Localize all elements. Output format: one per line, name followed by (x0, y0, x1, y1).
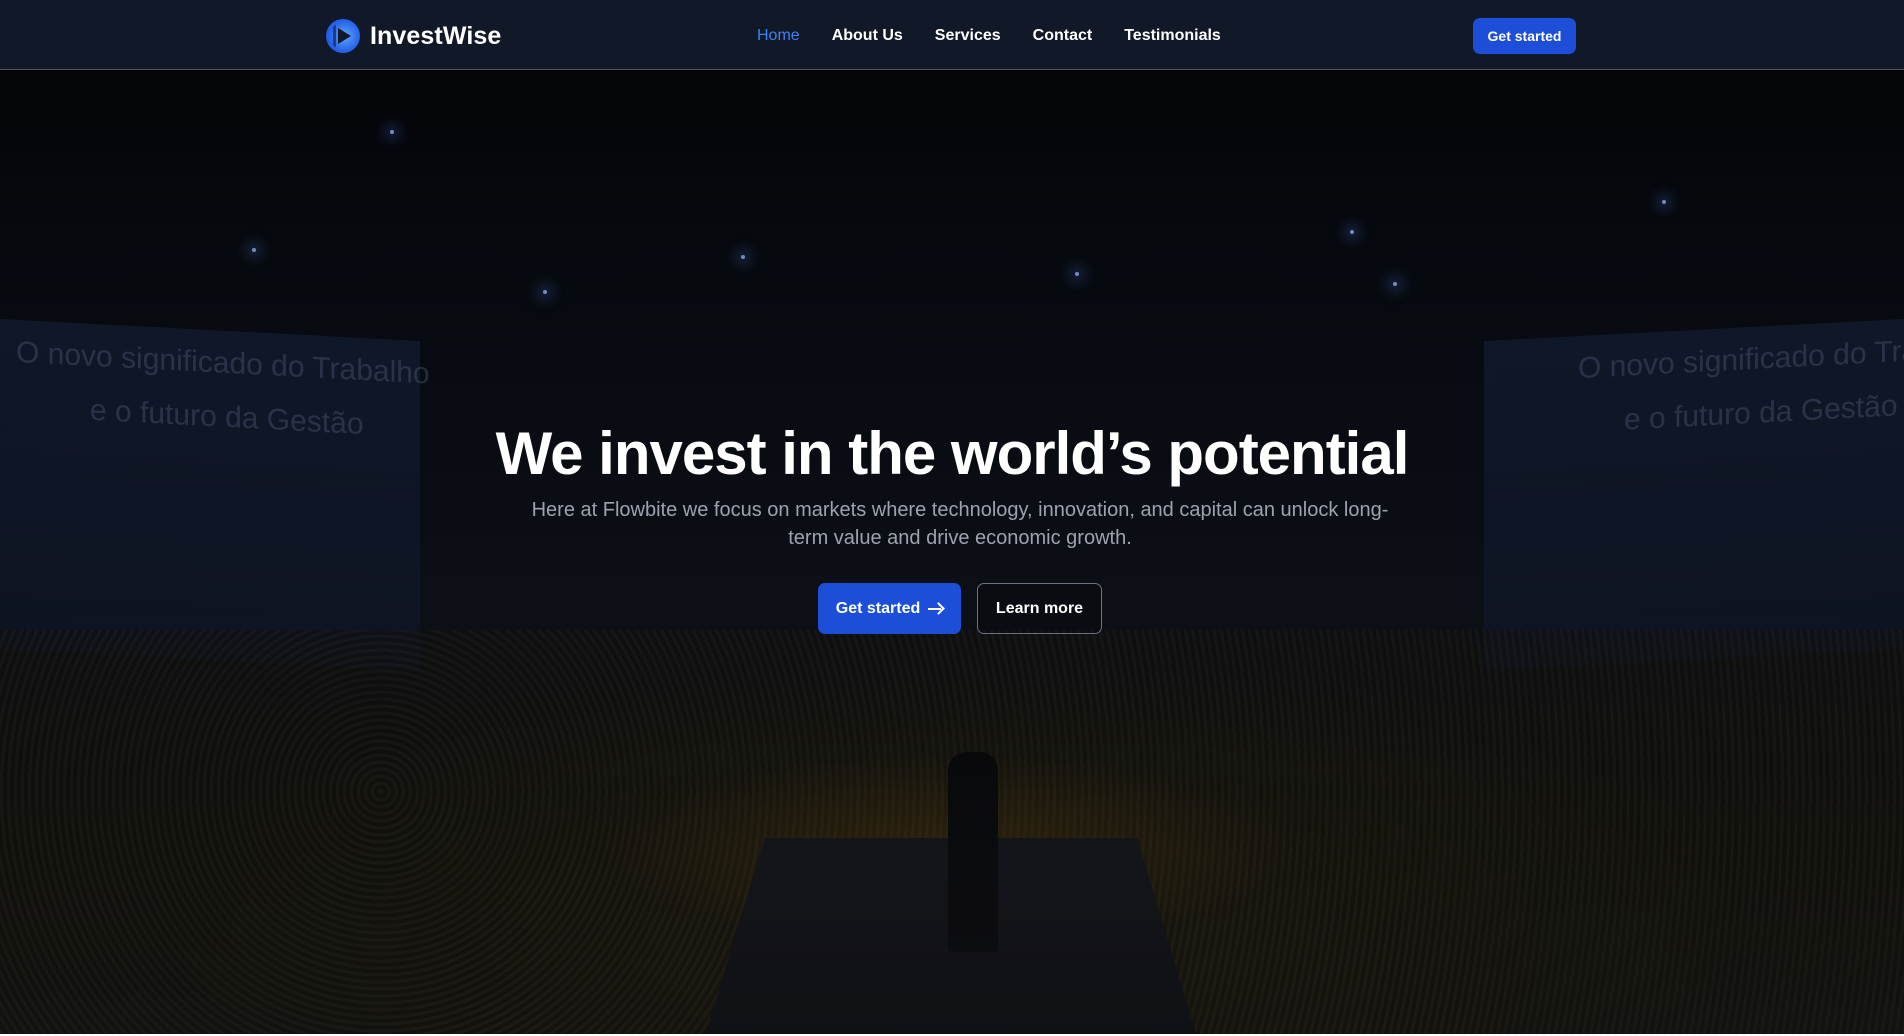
navbar-get-started-button[interactable]: Get started (1473, 18, 1576, 54)
hero-content: We invest in the world’s potential Here … (0, 70, 1904, 1034)
nav-menu: Home About Us Services Contact Testimoni… (757, 25, 1237, 47)
nav-link-testimonials[interactable]: Testimonials (1108, 25, 1237, 47)
hero-learn-more-button[interactable]: Learn more (977, 583, 1102, 634)
hero-title: We invest in the world’s potential (495, 420, 1410, 487)
nav-link-services[interactable]: Services (919, 25, 1017, 47)
nav-item: Contact (1017, 25, 1109, 47)
play-circle-logo-icon (326, 19, 360, 53)
nav-link-about-us[interactable]: About Us (816, 25, 919, 47)
hero-subtitle: Here at Flowbite we focus on markets whe… (531, 499, 1389, 549)
brand-link[interactable]: InvestWise (326, 19, 501, 53)
hero-get-started-label: Get started (835, 599, 921, 617)
app-root: InvestWise Home About Us Services Contac… (0, 0, 1904, 1036)
nav-link-contact[interactable]: Contact (1017, 25, 1109, 47)
nav-item: Home (757, 25, 816, 47)
hero-get-started-button[interactable]: Get started (818, 583, 961, 634)
hero-actions: Get started Learn more (818, 583, 1102, 634)
hero-section: O novo significado do Trabalho e o futur… (0, 70, 1904, 1034)
navbar: InvestWise Home About Us Services Contac… (0, 0, 1904, 70)
brand-name: InvestWise (370, 21, 502, 50)
arrow-right-icon (928, 603, 943, 615)
nav-item: Testimonials (1108, 25, 1237, 47)
nav-link-home[interactable]: Home (757, 25, 816, 47)
nav-item: About Us (816, 25, 919, 47)
nav-item: Services (919, 25, 1017, 47)
